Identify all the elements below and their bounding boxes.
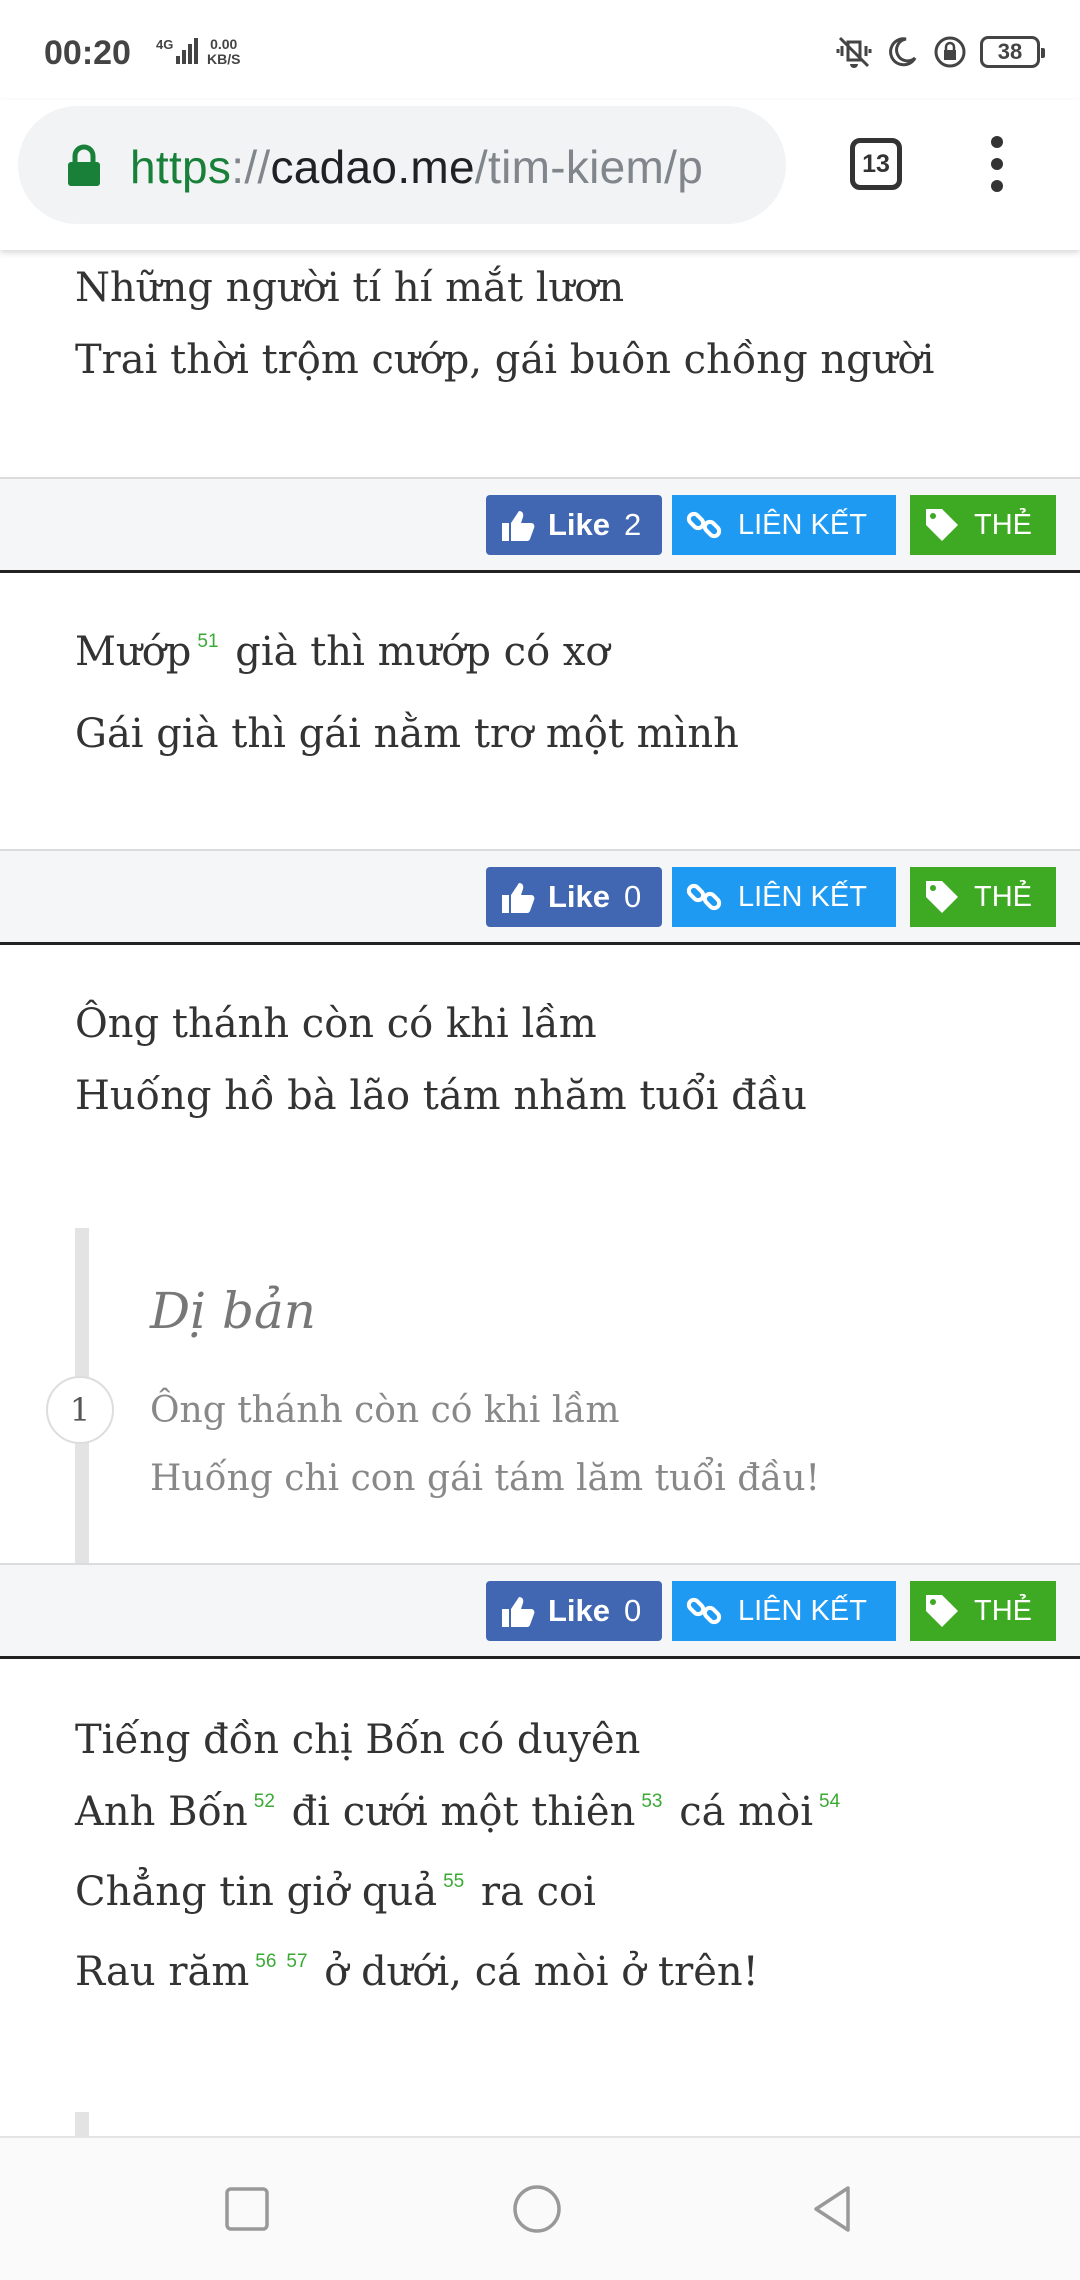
moon-icon bbox=[889, 37, 917, 67]
poem-line: Mướp 51 già thì mướp có xơ bbox=[75, 629, 610, 675]
thumbs-up-icon bbox=[502, 883, 535, 913]
lock-icon bbox=[68, 144, 100, 186]
recents-icon[interactable] bbox=[222, 2184, 272, 2234]
link-icon bbox=[686, 511, 722, 539]
footnote-link[interactable]: 57 bbox=[286, 1951, 307, 1972]
poem-line: Chẳng tin giở quả 55 ra coi bbox=[75, 1869, 596, 1915]
overflow-menu-button[interactable] bbox=[982, 136, 1012, 192]
like-button[interactable]: Like 0 bbox=[486, 1581, 662, 1641]
system-navigation-bar bbox=[0, 2136, 1080, 2280]
tag-icon bbox=[926, 881, 958, 913]
entry-action-bar: Like 0 LIÊN KẾT THẺ bbox=[0, 849, 1080, 945]
tag-button[interactable]: THẺ bbox=[910, 495, 1056, 555]
footnote-link[interactable]: 53 bbox=[641, 1791, 662, 1812]
link-icon bbox=[686, 883, 722, 911]
link-button[interactable]: LIÊN KẾT bbox=[672, 1581, 896, 1641]
tag-icon bbox=[926, 1595, 958, 1627]
entry-action-bar: Like 2 LIÊN KẾT THẺ bbox=[0, 477, 1080, 573]
poem-line: Rau răm 56 57 ở dưới, cá mòi ở trên! bbox=[75, 1949, 759, 1995]
status-bar: 00:20 4G 0.00 KB/S 38 bbox=[0, 0, 1080, 100]
link-icon bbox=[686, 1597, 722, 1625]
like-button[interactable]: Like 2 bbox=[486, 495, 662, 555]
footnote-link[interactable]: 54 bbox=[819, 1791, 840, 1812]
tab-switcher-button[interactable]: 13 bbox=[850, 138, 902, 190]
poem-line: Ông thánh còn có khi lầm bbox=[75, 1001, 597, 1047]
poem-line: Tiếng đồn chị Bốn có duyên bbox=[75, 1717, 641, 1763]
like-count: 2 bbox=[624, 507, 642, 542]
network-type: 4G bbox=[156, 37, 174, 52]
variant-block-border bbox=[75, 2112, 89, 2136]
link-button[interactable]: LIÊN KẾT bbox=[672, 867, 896, 927]
variant-number-badge: 1 bbox=[46, 1376, 114, 1444]
link-button[interactable]: LIÊN KẾT bbox=[672, 495, 896, 555]
signal-icon bbox=[176, 38, 198, 64]
vibrate-icon bbox=[836, 36, 872, 68]
dot-icon bbox=[991, 158, 1003, 170]
variant-line: Huống chi con gái tám lăm tuổi đầu! bbox=[150, 1458, 820, 1499]
footnote-link[interactable]: 56 bbox=[255, 1951, 276, 1972]
thumbs-up-icon bbox=[502, 1597, 535, 1627]
poem-line: Những người tí hí mắt lươn bbox=[75, 265, 625, 311]
poem-line: Anh Bốn 52 đi cưới một thiên 53 cá mòi 54 bbox=[75, 1789, 841, 1835]
tag-button[interactable]: THẺ bbox=[910, 867, 1056, 927]
variant-heading: Dị bản bbox=[150, 1282, 316, 1340]
home-icon[interactable] bbox=[512, 2184, 562, 2234]
variant-line: Ông thánh còn có khi lầm bbox=[150, 1390, 620, 1431]
like-button[interactable]: Like 0 bbox=[486, 867, 662, 927]
poem-line: Huống hồ bà lão tám nhăm tuổi đầu bbox=[75, 1073, 808, 1119]
poem-line: Gái già thì gái nằm trơ một mình bbox=[75, 711, 739, 757]
footnote-link[interactable]: 52 bbox=[254, 1791, 275, 1812]
status-time: 00:20 bbox=[44, 34, 131, 72]
tag-icon bbox=[926, 509, 958, 541]
thumbs-up-icon bbox=[502, 511, 535, 541]
back-icon[interactable] bbox=[808, 2184, 858, 2234]
like-count: 0 bbox=[624, 1593, 642, 1628]
dot-icon bbox=[991, 136, 1003, 148]
address-bar[interactable]: https://cadao.me/tim-kiem/p bbox=[18, 106, 786, 224]
lock-rotation-icon bbox=[934, 36, 966, 68]
footnote-link[interactable]: 55 bbox=[443, 1871, 464, 1892]
like-count: 0 bbox=[624, 879, 642, 914]
network-speed: 0.00 KB/S bbox=[207, 36, 241, 67]
browser-toolbar: https://cadao.me/tim-kiem/p 13 bbox=[0, 100, 1080, 250]
footnote-link[interactable]: 51 bbox=[197, 631, 218, 652]
entry-action-bar: Like 0 LIÊN KẾT THẺ bbox=[0, 1563, 1080, 1659]
poem-line: Trai thời trộm cướp, gái buôn chồng ngườ… bbox=[75, 337, 935, 383]
url-text[interactable]: https://cadao.me/tim-kiem/p bbox=[130, 140, 703, 194]
tag-button[interactable]: THẺ bbox=[910, 1581, 1056, 1641]
battery-icon: 38 bbox=[980, 36, 1045, 68]
dot-icon bbox=[991, 180, 1003, 192]
